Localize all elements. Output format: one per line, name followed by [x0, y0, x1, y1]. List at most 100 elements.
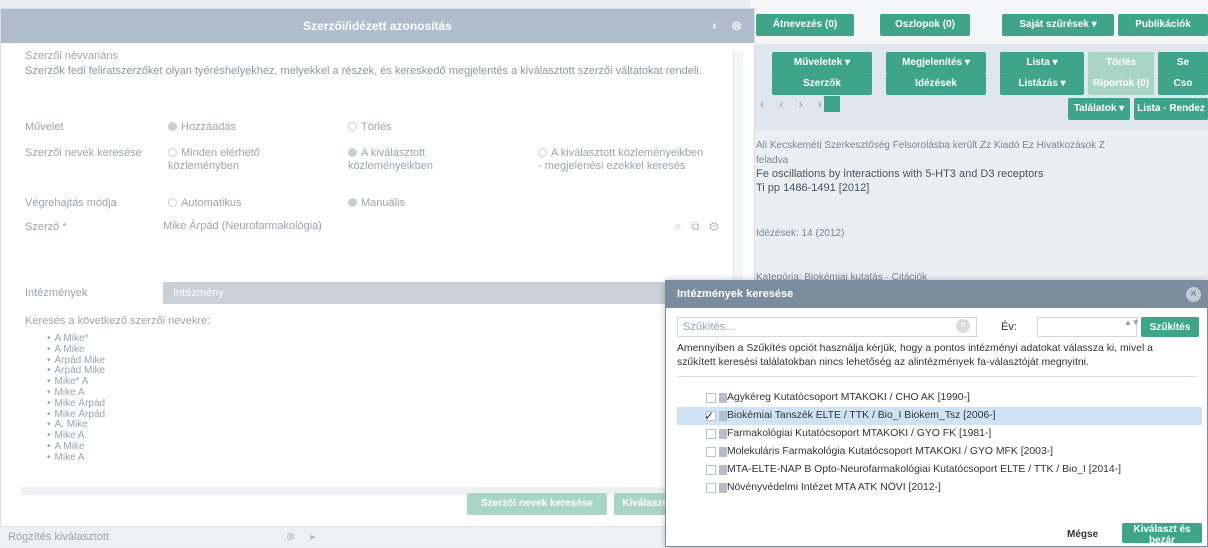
- radio-icon: [168, 148, 177, 157]
- radio-label: Automatikus: [181, 197, 242, 209]
- document-icon: [719, 429, 727, 439]
- status-bar: Rögzítés kiválasztott ⊗ ▸: [0, 526, 755, 547]
- institution-search-dialog: Intézmények keresése × × Év: ▲▼ Szűkítés…: [665, 280, 1208, 547]
- search-author-names-button[interactable]: Szerzői nevek keresése: [467, 493, 607, 515]
- document-icon: [719, 465, 727, 475]
- notice-line: Amennyiben a Szűkítés opciót használja k…: [677, 343, 1153, 354]
- institution-label: Farmakológiai Kutatócsoport MTAKOKI / GY…: [727, 428, 992, 439]
- list-item: A Mike: [47, 344, 105, 356]
- institution-item[interactable]: Farmakológiai Kutatócsoport MTAKOKI / GY…: [677, 425, 1202, 443]
- divider: [677, 376, 1197, 377]
- select-and-close-button[interactable]: Kiválaszt és bezár: [1122, 523, 1202, 546]
- operation-add-radio[interactable]: Hozzáadás: [168, 121, 236, 134]
- modal-body: Szerzői névvariáns Szerzők fedi felirats…: [13, 47, 729, 487]
- bg-record-line: feladva: [756, 155, 789, 166]
- scope-all-radio[interactable]: Minden elérhető közleményben: [168, 147, 288, 173]
- scope-selected-appear-radio[interactable]: A kiválasztott közleményeikben - megjele…: [538, 147, 708, 173]
- bg-record-line: Fe oscillations by interactions with 5-H…: [756, 168, 1044, 180]
- document-icon: [719, 393, 727, 403]
- fieldset-title: Szerzői névvariáns: [25, 50, 118, 62]
- author-field[interactable]: Mike Árpád (Neurofarmakológia): [163, 217, 683, 235]
- checkbox[interactable]: [706, 447, 716, 457]
- author-identification-modal: Szerzői/idézett azonosítás ◐ ⊗ Szerzői n…: [0, 8, 755, 547]
- author-label: Szerző *: [25, 221, 67, 233]
- bg-operations-button[interactable]: Műveletek ▾: [772, 52, 872, 74]
- bg-listing-button[interactable]: Listázás ▾: [1000, 73, 1084, 95]
- document-icon: [719, 483, 727, 493]
- checkbox[interactable]: [706, 393, 716, 403]
- bg-list-sort-button[interactable]: Lista · Rendez: [1134, 98, 1208, 120]
- notice-line: szűkített keresési találatokban nincs le…: [677, 357, 1089, 368]
- bg-results-button[interactable]: Találatok ▾: [1068, 98, 1130, 120]
- bg-page-number[interactable]: [824, 96, 840, 112]
- institution-item[interactable]: Növényvédelmi Intézet MTA ATK NÖVI [2012…: [677, 479, 1202, 497]
- institution-item[interactable]: MTA-ELTE-NAP B Opto-Neurofarmakológiai K…: [677, 461, 1202, 479]
- institution-label: MTA-ELTE-NAP B Opto-Neurofarmakológiai K…: [727, 464, 1122, 475]
- author-field-icons[interactable]: ⌕ ⧉ ⚙: [675, 219, 722, 234]
- radio-icon: [348, 148, 357, 157]
- bg-reports-button[interactable]: Riportok (0): [1088, 73, 1154, 95]
- list-item: Mike A: [47, 452, 105, 464]
- checkbox-checked[interactable]: [704, 407, 716, 425]
- spinner-icon[interactable]: ▲▼: [1124, 319, 1140, 327]
- bg-display-button[interactable]: Megjelenítés ▾: [886, 52, 986, 74]
- institution-label: Molekuláris Farmakológia Kutatócsoport M…: [727, 446, 1054, 457]
- execution-mode-label: Végrehajtás módja: [25, 197, 117, 209]
- bg-list-button[interactable]: Lista ▾: [1000, 52, 1084, 74]
- checkbox[interactable]: [706, 429, 716, 439]
- bg-citations-button[interactable]: Idézések: [886, 73, 986, 95]
- bg-record-footer: Idézések: 14 (2012): [756, 228, 845, 239]
- cancel-button[interactable]: Mégse: [1061, 525, 1101, 543]
- radio-label: A kiválasztott közleményeikben: [348, 147, 433, 172]
- bg-delete-button[interactable]: Törlés: [1088, 52, 1154, 74]
- document-icon: [719, 411, 727, 421]
- radio-icon: [168, 198, 177, 207]
- bg-toolbar: Átnevezés (0) Oszlopok (0) Saját szűrése…: [750, 0, 1208, 44]
- institution-item[interactable]: Molekuláris Farmakológia Kutatócsoport M…: [677, 443, 1202, 461]
- radio-label: Törlés: [361, 121, 392, 133]
- modal-header: Szerzői/idézett azonosítás ◐ ⊗: [1, 9, 754, 43]
- status-icons[interactable]: ⊗ ▸: [286, 527, 322, 548]
- radio-label: Manuális: [361, 197, 406, 209]
- bg-authors-button[interactable]: Szerzők: [772, 73, 872, 95]
- bg-publications-button[interactable]: Publikációk: [1118, 14, 1208, 36]
- bg-record-line: Ti pp 1486-1491 [2012]: [756, 182, 870, 194]
- year-input[interactable]: [1037, 317, 1137, 337]
- bg-meta-line: Ali Kecskeméti Szerkesztőség Felsorolásb…: [756, 140, 1106, 151]
- scope-selected-radio[interactable]: A kiválasztott közleményeikben: [348, 147, 488, 173]
- bg-pager[interactable]: ‹ ‹ › ›: [760, 97, 828, 111]
- close-icon[interactable]: ×: [1186, 287, 1201, 302]
- year-label: Év:: [1001, 321, 1017, 333]
- notice-text: Amennyiben a Szűkítés opciót használja k…: [677, 342, 1207, 370]
- operation-label: Művelet: [25, 121, 64, 133]
- institution-label: Növényvédelmi Intézet MTA ATK NÖVI [2012…: [727, 482, 941, 493]
- institutions-value: Intézmény: [173, 287, 224, 299]
- radio-icon: [348, 122, 357, 131]
- bg-group-button[interactable]: Cso: [1158, 73, 1208, 95]
- clear-icon[interactable]: ×: [956, 319, 970, 333]
- document-icon: [719, 447, 727, 457]
- dialog-title: Intézmények keresése: [677, 288, 794, 300]
- bg-columns-button[interactable]: Oszlopok (0): [880, 14, 970, 36]
- institution-list: Agykéreg Kutatócsoport MTAKOKI / CHO AK …: [677, 389, 1202, 497]
- institution-label: Biokémiai Tanszék ELTE / TTK / Bio_I Bio…: [727, 410, 996, 421]
- narrow-button[interactable]: Szűkítés: [1141, 317, 1199, 337]
- bg-saved-filters-button[interactable]: Saját szűrések ▾: [1002, 14, 1114, 36]
- bg-rename-button[interactable]: Átnevezés (0): [756, 14, 854, 36]
- author-name-variants: A Mike* A Mike Árpád Mike Árpád Mike Mik…: [47, 333, 106, 464]
- checkbox[interactable]: [706, 465, 716, 475]
- institution-item-selected[interactable]: Biokémiai Tanszék ELTE / TTK / Bio_I Bio…: [677, 407, 1202, 425]
- institutions-field[interactable]: Intézmény ⊗: [163, 282, 715, 304]
- radio-icon: [538, 148, 547, 157]
- bg-se-button[interactable]: Se: [1158, 52, 1208, 74]
- exec-manual-radio[interactable]: Manuális: [348, 197, 405, 210]
- institution-item[interactable]: Agykéreg Kutatócsoport MTAKOKI / CHO AK …: [677, 389, 1202, 407]
- search-scope-label: Szerzői nevek keresése: [25, 147, 142, 159]
- institution-label: Agykéreg Kutatócsoport MTAKOKI / CHO AK …: [727, 392, 970, 403]
- exec-auto-radio[interactable]: Automatikus: [168, 197, 242, 210]
- status-text: Rögzítés kiválasztott: [8, 531, 109, 543]
- modal-header-icons[interactable]: ◐ ⊗: [712, 9, 746, 43]
- checkbox[interactable]: [706, 483, 716, 493]
- operation-delete-radio[interactable]: Törlés: [348, 121, 392, 134]
- search-input[interactable]: [677, 317, 977, 337]
